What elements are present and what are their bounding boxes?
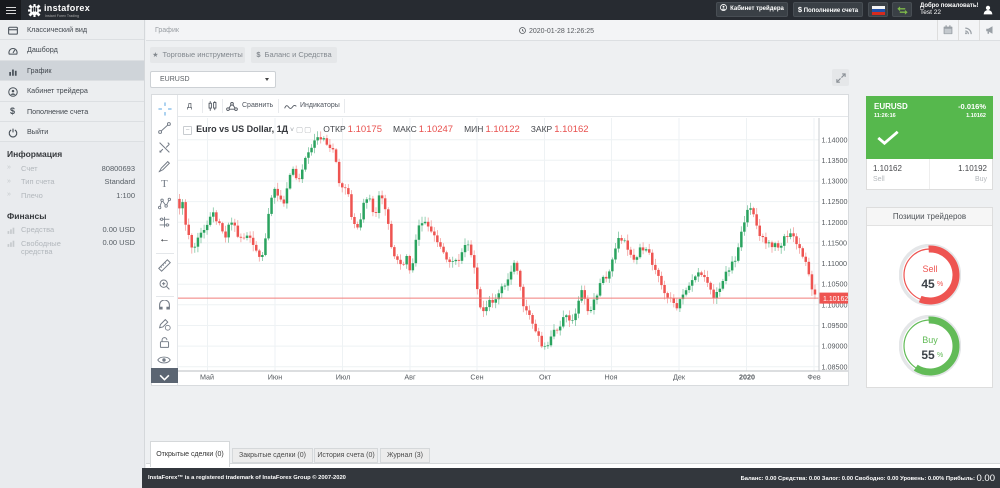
svg-text:Июн: Июн	[268, 373, 283, 382]
svg-text:1.14000: 1.14000	[822, 135, 848, 144]
svg-text:2020: 2020	[739, 373, 755, 382]
svg-text:Сен: Сен	[470, 373, 483, 382]
svg-text:1.09000: 1.09000	[822, 342, 848, 351]
svg-text:Дек: Дек	[673, 373, 686, 382]
svg-text:1.12500: 1.12500	[822, 197, 848, 206]
svg-text:Авг: Авг	[404, 373, 416, 382]
svg-text:45: 45	[921, 277, 935, 291]
svg-text:Май: Май	[200, 373, 214, 382]
svg-text:Sell: Sell	[922, 264, 937, 274]
svg-text:1.10500: 1.10500	[822, 280, 848, 289]
svg-text:%: %	[937, 281, 943, 288]
svg-text:1.11500: 1.11500	[822, 239, 847, 248]
svg-text:1.09500: 1.09500	[822, 321, 848, 330]
svg-text:Фев: Фев	[807, 373, 820, 382]
svg-text:Buy: Buy	[922, 335, 938, 345]
svg-text:55: 55	[921, 348, 935, 362]
svg-text:Июл: Июл	[336, 373, 351, 382]
svg-text:1.12000: 1.12000	[822, 218, 848, 227]
svg-text:1.10162: 1.10162	[823, 296, 848, 303]
svg-text:Окт: Окт	[539, 373, 552, 382]
svg-text:Ноя: Ноя	[604, 373, 617, 382]
svg-text:1.11000: 1.11000	[822, 259, 847, 268]
svg-text:%: %	[937, 352, 943, 359]
svg-text:1.13000: 1.13000	[822, 177, 848, 186]
svg-text:1.08500: 1.08500	[822, 362, 848, 371]
svg-text:1.13500: 1.13500	[822, 156, 848, 165]
